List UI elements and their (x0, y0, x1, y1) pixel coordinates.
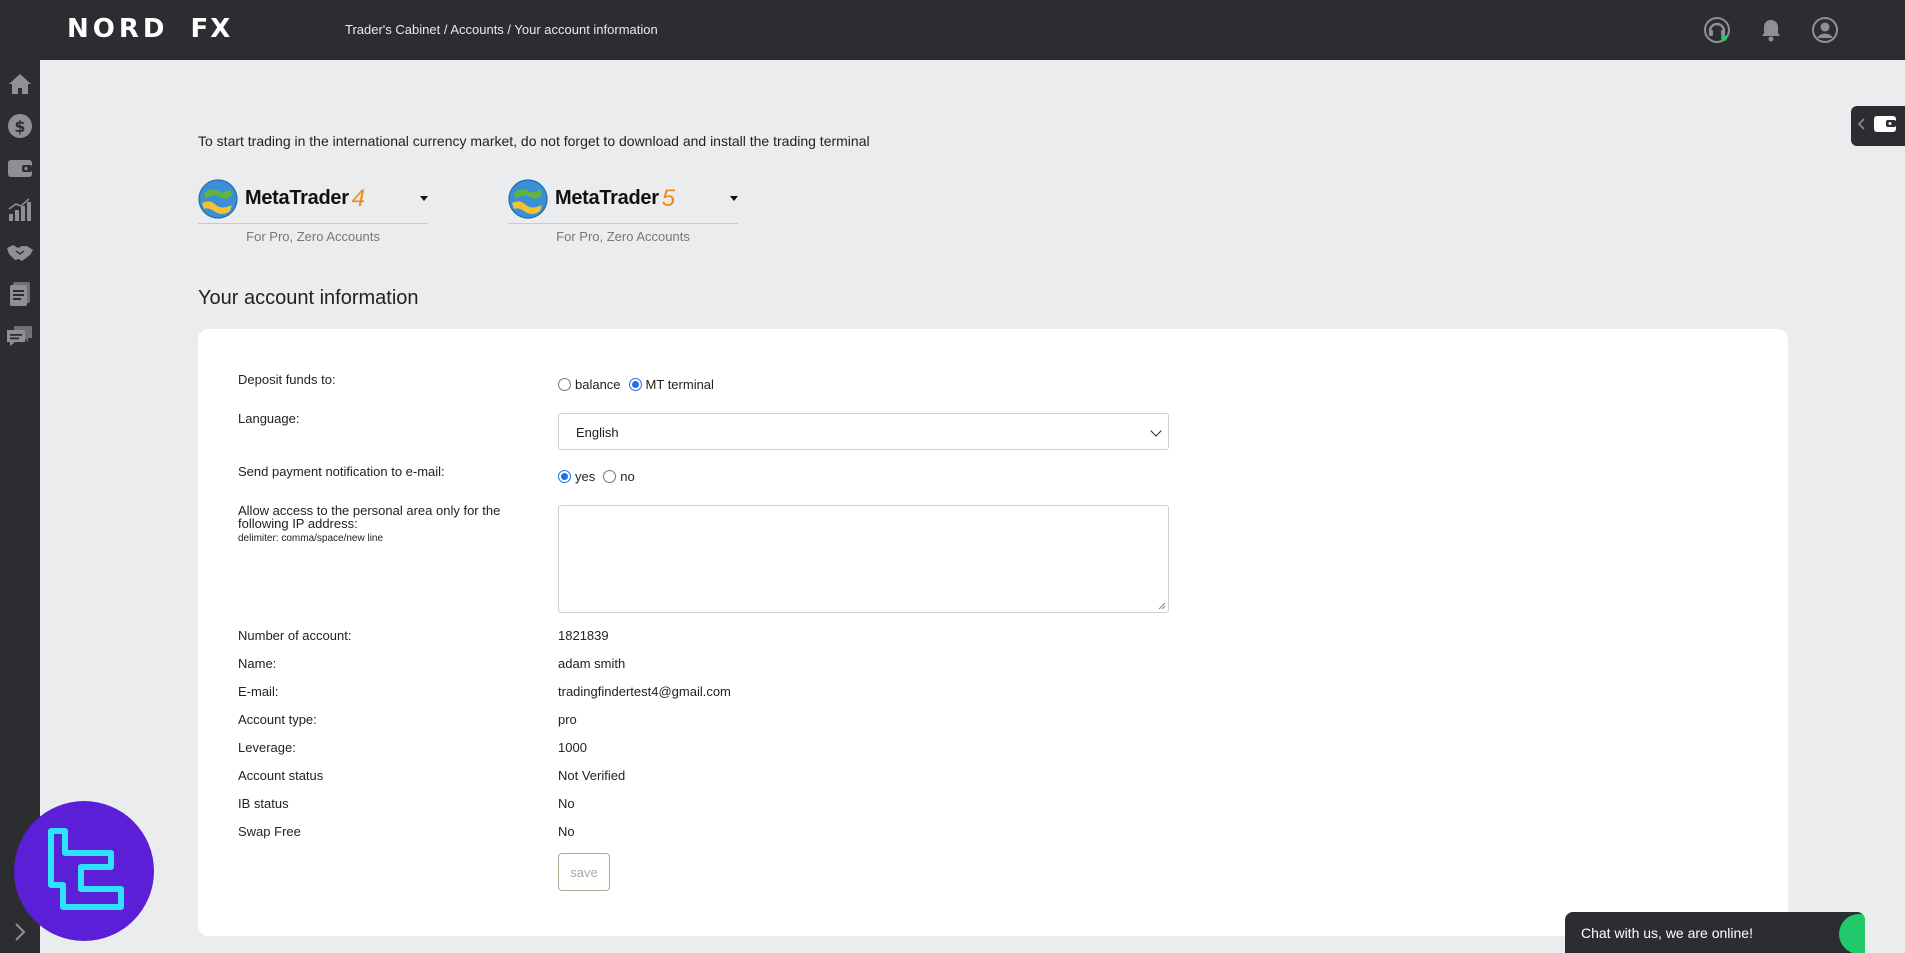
messages-icon[interactable] (6, 322, 34, 350)
nordfx-logo[interactable]: NORD FX (67, 14, 232, 44)
email-label: E-mail: (238, 684, 279, 699)
ip-access-label: Allow access to the personal area only f… (238, 503, 501, 531)
language-label: Language: (238, 411, 300, 426)
online-status-icon (1839, 914, 1865, 953)
wallet-icon[interactable] (6, 154, 34, 182)
metatrader-5-version: 5 (661, 184, 676, 212)
svg-text:$: $ (14, 117, 25, 136)
user-profile-icon[interactable] (1811, 16, 1839, 44)
metatrader-4-dropdown[interactable]: MetaTrader 4 (198, 174, 428, 224)
account-type-value: pro (558, 712, 577, 727)
deposit-balance-radio[interactable] (558, 378, 571, 391)
header-actions (1703, 16, 1839, 44)
metatrader-5-dropdown[interactable]: MetaTrader 5 (508, 174, 738, 224)
ib-status-label: IB status (238, 796, 289, 811)
account-status-value: Not Verified (558, 768, 626, 783)
metatrader-5-download[interactable]: MetaTrader 5 For Pro, Zero Accounts (508, 174, 738, 244)
chevron-right-icon[interactable] (8, 920, 32, 944)
partnership-handshake-icon[interactable] (6, 238, 34, 266)
swap-free-value: No (558, 824, 575, 839)
chat-label: Chat with us, we are online! (1581, 925, 1753, 941)
metatrader-globe-icon (508, 178, 548, 219)
chevron-down-icon (1150, 425, 1162, 437)
notify-no-radio[interactable] (603, 470, 617, 483)
ip-access-label-block: Allow access to the personal area only f… (238, 504, 518, 545)
logo-fx: FX (190, 14, 232, 44)
email-value: tradingfindertest4@gmail.com (558, 684, 731, 699)
notify-no-label: no (620, 469, 635, 484)
left-sidebar: $ (0, 60, 40, 953)
chevron-left-icon (1857, 117, 1867, 136)
deposit-option-balance[interactable]: balance (558, 377, 621, 392)
caret-down-icon (420, 196, 428, 201)
account-number-value: 1821839 (558, 628, 609, 643)
leverage-value: 1000 (558, 740, 587, 755)
metatrader-4-subtitle: For Pro, Zero Accounts (246, 229, 380, 244)
home-icon[interactable] (6, 70, 34, 98)
documents-icon[interactable] (6, 280, 34, 308)
notify-label: Send payment notification to e-mail: (238, 464, 445, 479)
account-number-label: Number of account: (238, 628, 352, 643)
notify-yes-radio[interactable] (558, 470, 571, 483)
resize-grip-icon[interactable] (1158, 602, 1166, 610)
notify-option-yes[interactable]: yes (558, 469, 595, 484)
name-label: Name: (238, 656, 277, 671)
dollar-icon[interactable]: $ (6, 112, 34, 140)
watermark-logo-badge (14, 801, 154, 941)
caret-down-icon (730, 196, 738, 201)
ib-status-value: No (558, 796, 575, 811)
top-bar: NORD FX Trader's Cabinet / Accounts / Yo… (0, 0, 1905, 60)
deposit-mt-terminal-label: MT terminal (645, 377, 714, 392)
download-terminal-intro: To start trading in the international cu… (198, 133, 870, 149)
save-button[interactable]: save (558, 853, 610, 891)
name-value: adam smith (558, 656, 626, 671)
account-status-label: Account status (238, 768, 324, 783)
wallet-panel-toggle[interactable] (1851, 106, 1905, 146)
deposit-mt-terminal-radio[interactable] (628, 378, 642, 391)
ip-address-textarea[interactable] (558, 505, 1169, 613)
leverage-label: Leverage: (238, 740, 296, 755)
metatrader-4-download[interactable]: MetaTrader 4 For Pro, Zero Accounts (198, 174, 428, 244)
metatrader-globe-icon (198, 178, 238, 219)
language-select[interactable]: English (558, 413, 1169, 450)
notify-radio-group: yes no (558, 469, 643, 484)
account-info-card: Deposit funds to: balance MT terminal La… (198, 329, 1788, 936)
deposit-option-mt-terminal[interactable]: MT terminal (628, 377, 714, 392)
breadcrumb[interactable]: Trader's Cabinet / Accounts / Your accou… (345, 22, 658, 37)
metatrader-5-subtitle: For Pro, Zero Accounts (556, 229, 690, 244)
notify-option-no[interactable]: no (603, 469, 635, 484)
metatrader-4-name: MetaTrader (245, 187, 349, 209)
logo-word-nord: NORD (67, 14, 169, 44)
language-selected-value: English (576, 425, 619, 440)
ip-access-hint: delimiter: comma/space/new line (238, 533, 384, 544)
logo-word-fx: FX (190, 14, 233, 44)
wallet-icon (1873, 114, 1897, 139)
deposit-radio-group: balance MT terminal (558, 377, 722, 392)
account-type-label: Account type: (238, 712, 317, 727)
page-title: Your account information (198, 287, 419, 309)
swap-free-label: Swap Free (238, 824, 301, 839)
metatrader-5-name: MetaTrader (555, 187, 659, 209)
support-headset-icon[interactable] (1703, 16, 1731, 44)
notification-bell-icon[interactable] (1757, 16, 1785, 44)
statistics-icon[interactable] (6, 196, 34, 224)
deposit-label: Deposit funds to: (238, 372, 336, 387)
metatrader-4-version: 4 (351, 184, 366, 212)
notify-yes-label: yes (575, 469, 596, 484)
live-chat-widget[interactable]: Chat with us, we are online! (1565, 912, 1865, 953)
deposit-balance-label: balance (575, 377, 621, 392)
